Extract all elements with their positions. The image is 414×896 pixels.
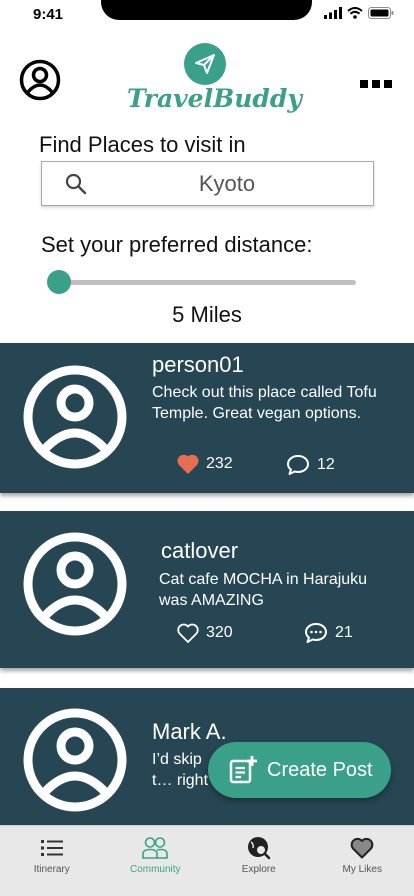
comment-count: 12	[317, 456, 335, 473]
user-circle-icon	[19, 59, 61, 101]
comment-button[interactable]: 12	[286, 454, 335, 476]
like-count: 320	[206, 624, 233, 641]
search-input[interactable]	[102, 170, 352, 198]
tab-my-likes[interactable]: My Likes	[311, 826, 414, 896]
like-button[interactable]: 320	[177, 623, 233, 643]
post-username[interactable]: catlover	[161, 538, 238, 564]
distance-value: 5 Miles	[172, 302, 242, 327]
tab-label: Explore	[241, 864, 276, 875]
post-username[interactable]: person01	[152, 352, 244, 378]
tab-itinerary[interactable]: Itinerary	[0, 826, 104, 896]
menu-dot	[372, 80, 380, 88]
tab-label: Community	[129, 864, 181, 875]
profile-button[interactable]	[19, 59, 61, 101]
device-notch	[101, 0, 312, 20]
distance-slider-track[interactable]	[56, 280, 356, 285]
post-card[interactable]: catlover Cat cafe MOCHA in Harajuku was …	[0, 511, 414, 668]
avatar-icon	[23, 708, 127, 812]
menu-dot	[360, 80, 368, 88]
create-post-label: Create Post	[267, 758, 373, 781]
like-button[interactable]: 232	[177, 454, 233, 474]
post-card[interactable]: person01 Check out this place called Tof…	[0, 343, 414, 493]
status-icons	[324, 7, 394, 19]
menu-dot	[384, 80, 392, 88]
heart-icon	[350, 837, 374, 859]
search-label: Find Places to visit in	[39, 132, 246, 157]
heart-filled-icon	[177, 454, 199, 474]
comment-count: 21	[335, 624, 353, 641]
comment-dots-icon	[305, 623, 327, 643]
post-username[interactable]: Mark A.	[152, 719, 227, 745]
signal-icon	[324, 7, 342, 19]
bottom-tab-bar: Itinerary Community Explore My Likes	[0, 825, 414, 896]
comment-icon	[287, 455, 309, 475]
avatar-icon	[23, 532, 127, 636]
post-text: I’d skip t… right no…	[152, 751, 209, 789]
tab-label: Itinerary	[33, 864, 70, 875]
app-name: TravelBuddy	[127, 84, 302, 113]
comment-button[interactable]: 21	[304, 622, 353, 644]
more-menu-button[interactable]	[360, 80, 392, 88]
tab-explore[interactable]: Explore	[207, 826, 311, 896]
new-post-icon	[229, 756, 257, 784]
tab-community[interactable]: Community	[104, 826, 208, 896]
post-text: Cat cafe MOCHA in Harajuku was AMAZING	[159, 571, 368, 609]
battery-icon	[368, 7, 394, 19]
heart-outline-icon	[177, 623, 199, 643]
create-post-button[interactable]: Create Post	[208, 742, 391, 798]
search-icon	[65, 173, 87, 195]
globe-search-icon	[247, 837, 270, 860]
status-time: 9:41	[33, 6, 64, 23]
search-box[interactable]	[41, 161, 374, 206]
wifi-icon	[347, 7, 363, 19]
people-icon	[142, 837, 169, 859]
post-text: Check out this place called Tofu Temple.…	[152, 384, 377, 422]
distance-slider-thumb[interactable]	[47, 270, 71, 294]
like-count: 232	[206, 455, 233, 472]
list-icon	[40, 840, 63, 856]
distance-label: Set your preferred distance:	[41, 232, 313, 257]
tab-label: My Likes	[342, 864, 382, 875]
avatar-icon	[23, 365, 127, 469]
paper-plane-icon	[195, 54, 215, 74]
app-logo	[184, 43, 226, 85]
